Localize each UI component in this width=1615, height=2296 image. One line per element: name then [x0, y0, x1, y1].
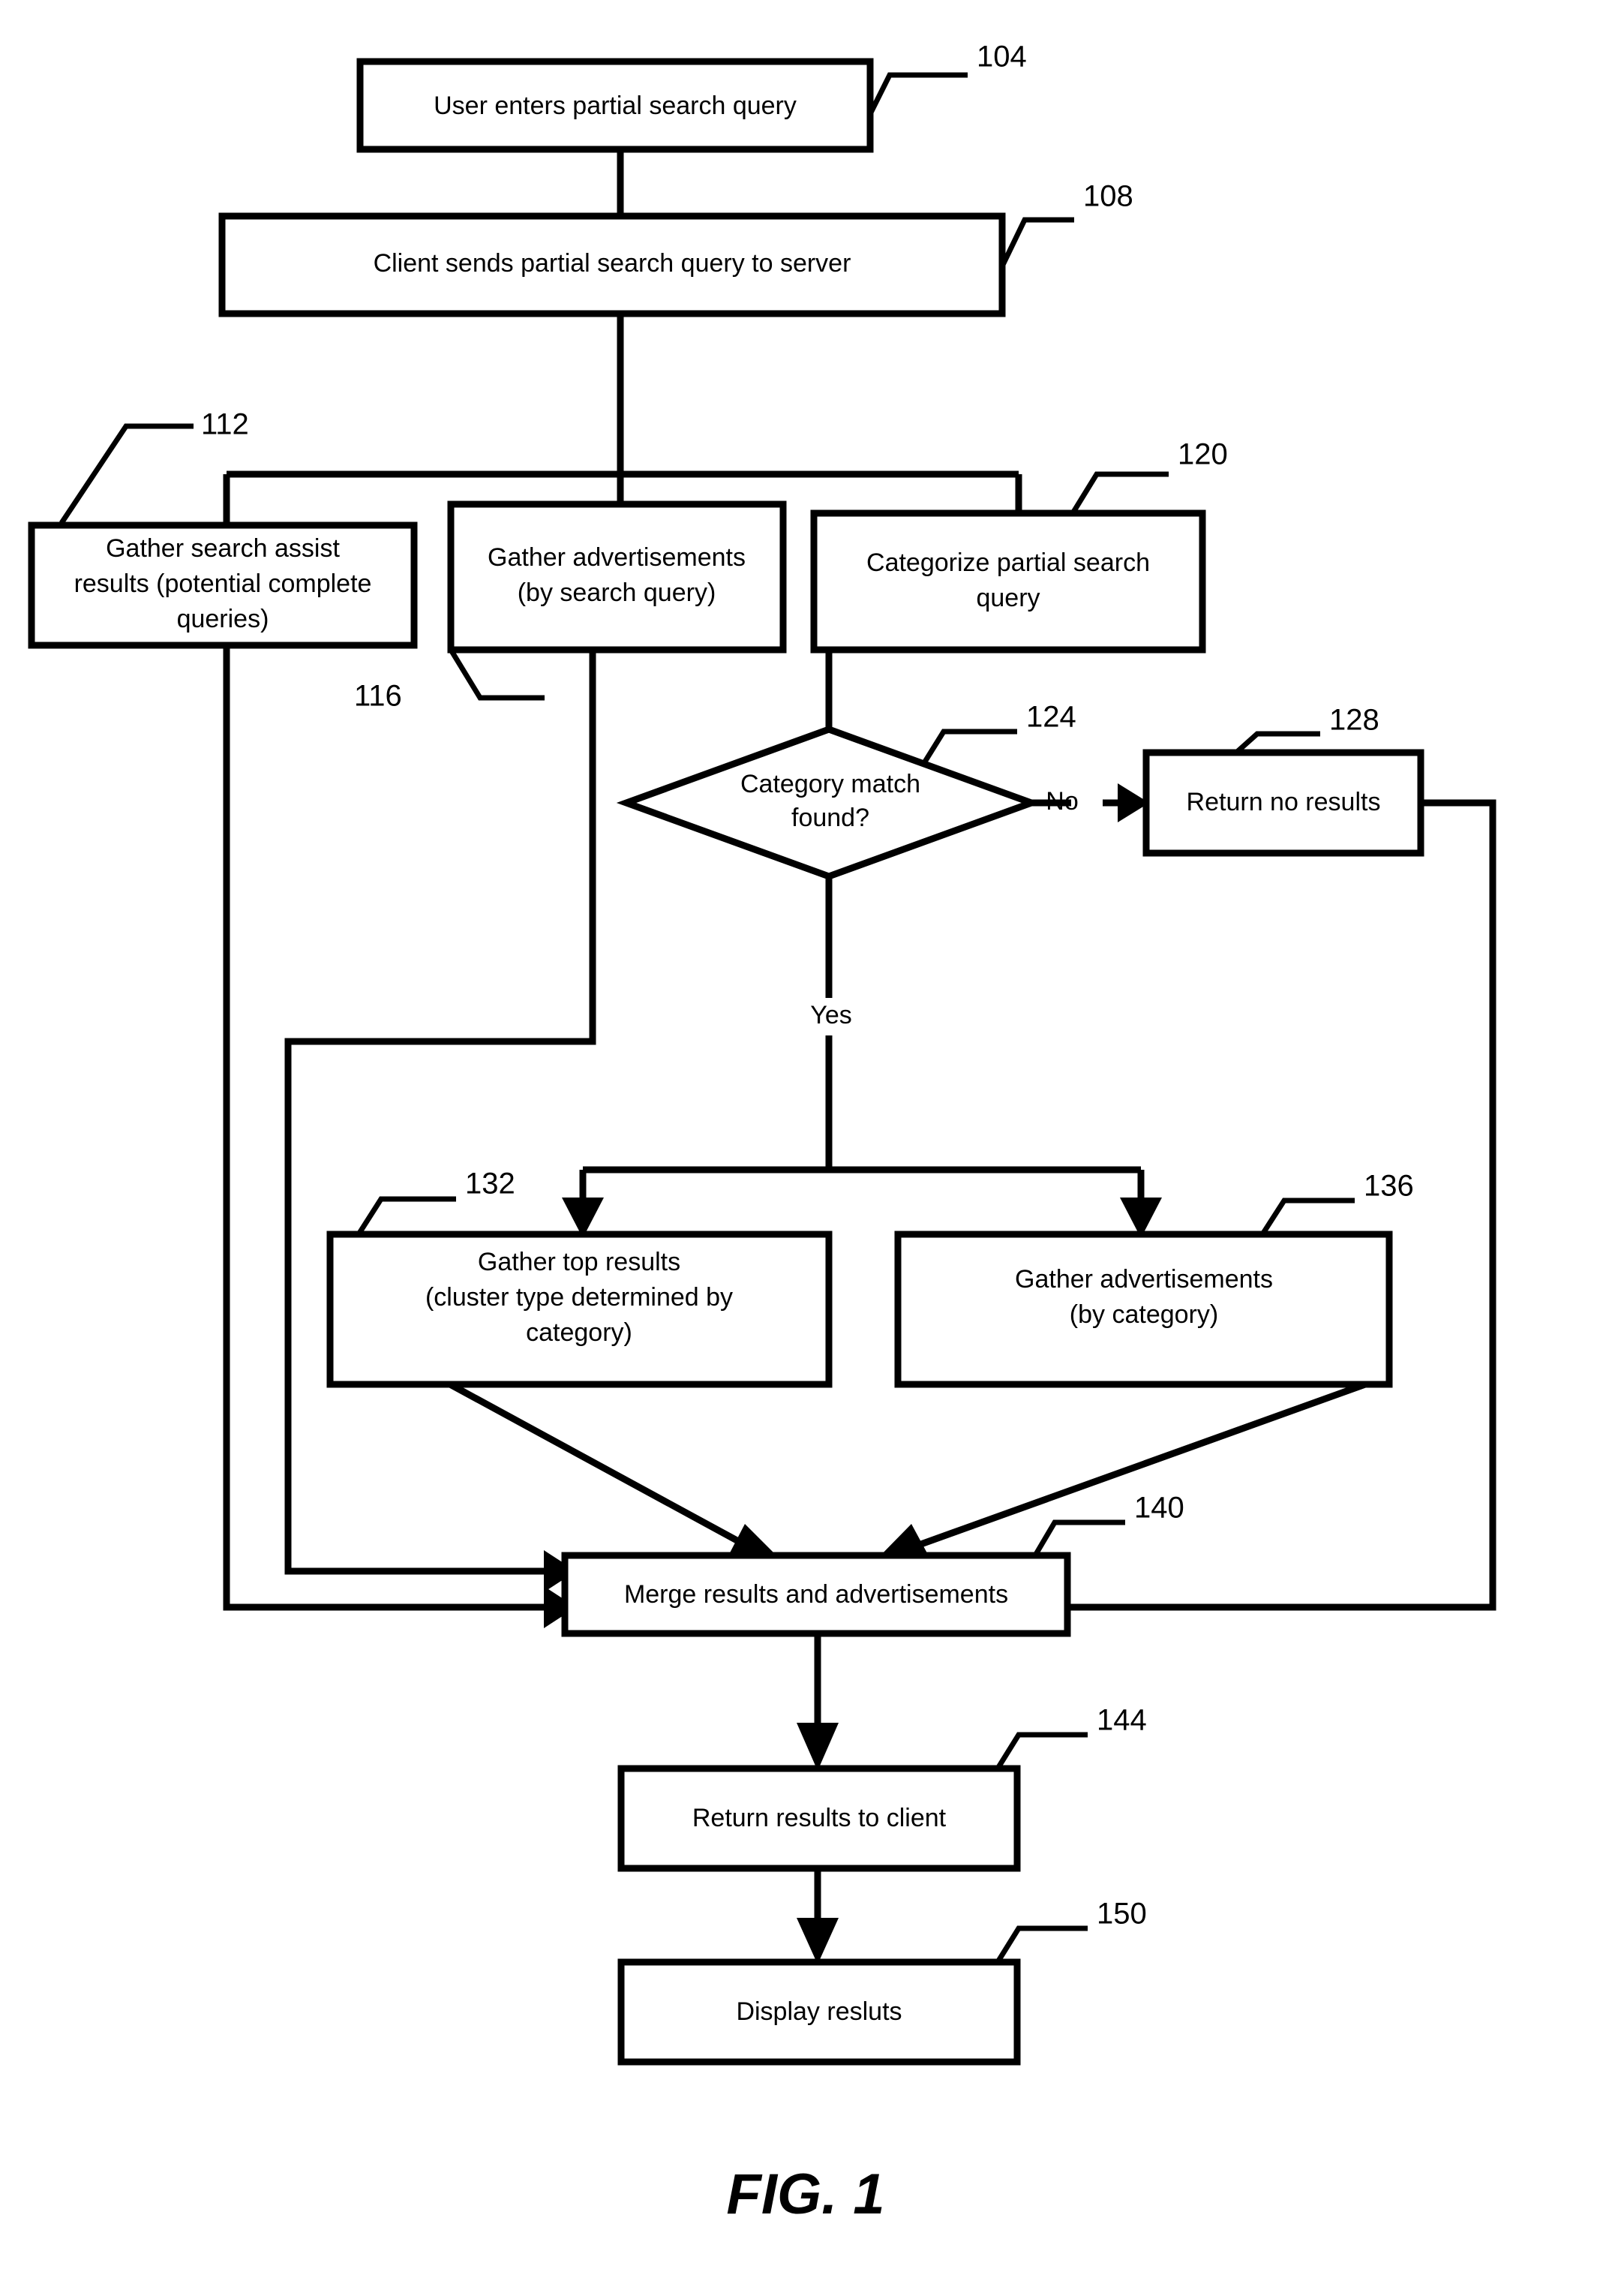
leader-144: [995, 1732, 1088, 1770]
ref-num-132: 132: [465, 1168, 515, 1201]
figure-caption: FIG. 1: [726, 2162, 884, 2226]
node-120-label-line1: Categorize partial search: [866, 548, 1150, 577]
node-140-label: Merge results and advertisements: [624, 1580, 1008, 1609]
leader-136: [1260, 1198, 1355, 1236]
ref-num-128: 128: [1329, 704, 1379, 737]
node-150-label: Display resluts: [736, 1997, 902, 2026]
node-116-label-line1: Gather advertisements: [488, 543, 746, 572]
leader-116: [449, 648, 545, 701]
ref-num-112: 112: [201, 408, 249, 441]
node-112-label-line1: Gather search assist: [106, 534, 340, 563]
node-132-label-line1: Gather top results: [478, 1248, 680, 1276]
node-132-label-line3: category): [526, 1318, 632, 1347]
node-120-box: [810, 509, 1206, 654]
leader-150: [995, 1925, 1088, 1964]
ref-num-140: 140: [1134, 1492, 1184, 1525]
ref-num-108: 108: [1083, 180, 1133, 213]
node-136-label-line1: Gather advertisements: [1015, 1265, 1273, 1294]
node-144-label: Return results to client: [692, 1804, 947, 1832]
node-112-label-line3: queries): [177, 605, 269, 633]
connector-136-to-merge: [899, 1381, 1367, 1555]
ref-num-144: 144: [1097, 1704, 1147, 1737]
leader-124: [920, 729, 1017, 767]
node-124-label-line1: Category match: [740, 770, 920, 798]
leader-108: [999, 217, 1074, 268]
flowchart-canvas: User enters partial search query Client …: [28, 41, 1496, 2226]
leader-104: [867, 72, 968, 116]
edge-label-no: No: [1046, 787, 1078, 816]
node-132-label-line2: (cluster type determined by: [425, 1283, 733, 1312]
arrowhead-144-to-150: [797, 1918, 839, 1964]
node-112-label-line2: results (potential complete: [74, 569, 372, 598]
node-116-label-line2: (by search query): [518, 579, 716, 607]
node-124-label-line2: found?: [791, 804, 869, 832]
node-120-label-line2: query: [976, 584, 1040, 612]
ref-num-120: 120: [1178, 438, 1228, 471]
leader-140: [1032, 1519, 1125, 1557]
connector-116-to-merge: [284, 650, 596, 1575]
leader-112: [59, 423, 194, 524]
ref-num-104: 104: [977, 41, 1027, 74]
ref-num-136: 136: [1364, 1170, 1414, 1203]
ref-num-116: 116: [354, 680, 402, 713]
ref-num-124: 124: [1026, 701, 1076, 734]
connector-132-to-merge: [448, 1381, 760, 1555]
node-116-box: [447, 500, 787, 654]
edge-label-yes: Yes: [810, 1001, 851, 1029]
node-128-label: Return no results: [1187, 788, 1381, 816]
arrowhead-140-to-144: [797, 1723, 839, 1771]
patent-figure: User enters partial search query Client …: [0, 0, 1615, 2296]
node-104-label: User enters partial search query: [434, 92, 797, 120]
connector-112-to-merge: [223, 645, 544, 1611]
ref-num-150: 150: [1097, 1898, 1147, 1931]
leader-132: [356, 1196, 456, 1236]
node-136-label-line2: (by category): [1070, 1300, 1218, 1329]
leader-120: [1070, 471, 1169, 515]
node-108-label: Client sends partial search query to ser…: [374, 249, 851, 278]
